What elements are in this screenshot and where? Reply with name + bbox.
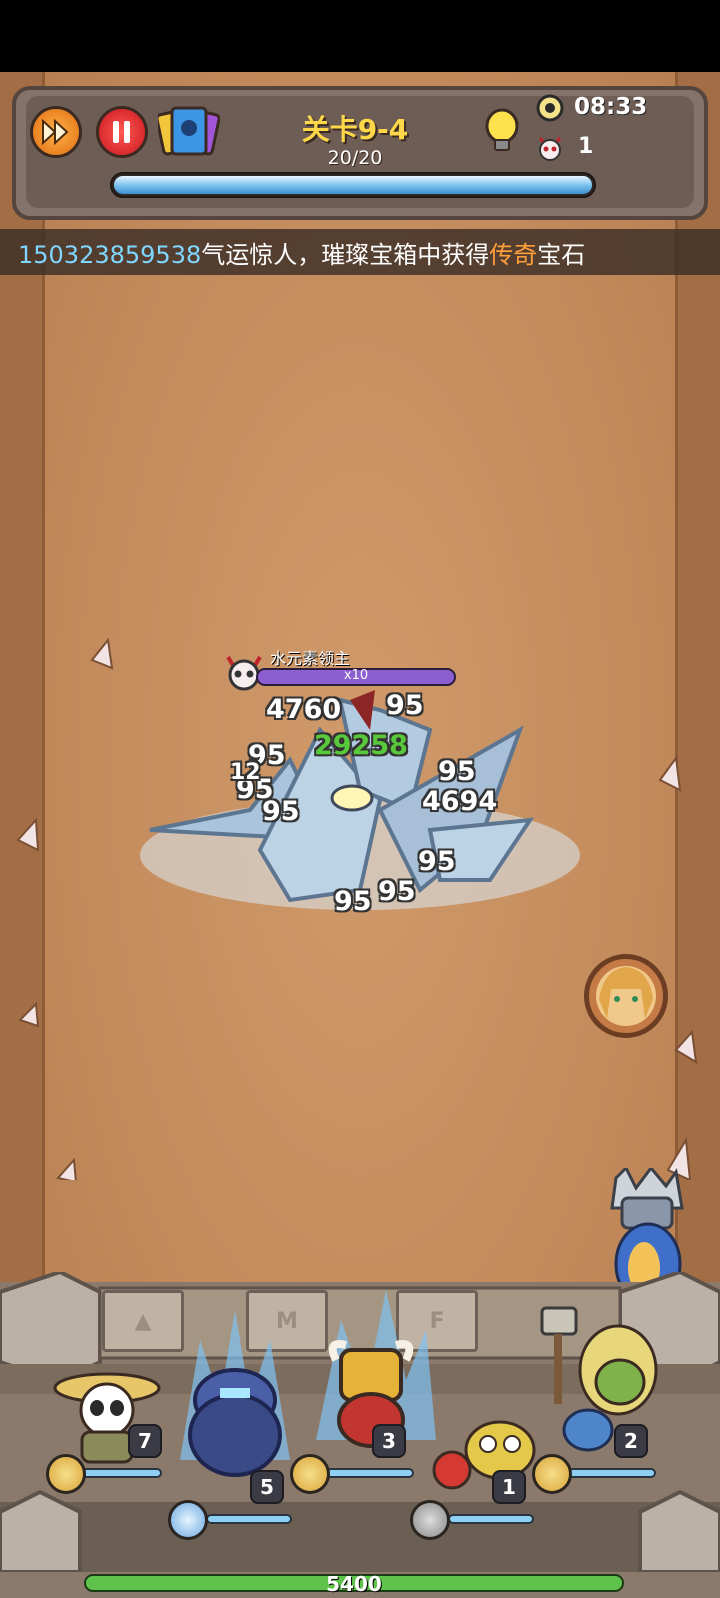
damage-number: 4694 (422, 786, 498, 817)
boss-name: 水元素领主 (269, 649, 350, 668)
lightning-skill-icon[interactable] (532, 1454, 572, 1494)
damage-number: 95 (262, 796, 300, 827)
demon-skull-icon (536, 134, 564, 162)
clock-icon (536, 94, 564, 122)
hero-level-badge: 7 (128, 1424, 162, 1458)
damage-number: 95 (386, 690, 424, 721)
hero-mana-bar (206, 1514, 292, 1524)
base-hp-value: 5400 (326, 1572, 382, 1596)
smoke-skill-icon[interactable] (410, 1500, 450, 1540)
hero-level-badge: 3 (372, 1424, 406, 1458)
hero-level-badge: 5 (250, 1470, 284, 1504)
pause-icon (113, 121, 130, 143)
card-deck-button[interactable] (155, 104, 221, 160)
damage-number: 95 (418, 846, 456, 877)
lightbulb-hint-icon (485, 108, 519, 151)
minotaur-warrior-hero[interactable] (296, 1290, 446, 1470)
wave-progress-fill (114, 176, 592, 194)
hero-portrait-button[interactable] (584, 954, 668, 1038)
ticker-highlight: 传奇 (489, 241, 538, 269)
ticker-uid: 150323859538 (18, 241, 202, 269)
kill-count: 1 (578, 134, 594, 159)
ticker-text-before: 气运惊人，璀璨宝箱中获得 (201, 241, 490, 269)
ticker-message: 150323859538气运惊人，璀璨宝箱中获得传奇宝石 (18, 235, 585, 270)
hero-mana-bar (448, 1514, 534, 1524)
wave-counter: 20/20 (327, 147, 383, 169)
damage-number: 95 (378, 876, 416, 907)
hint-button[interactable] (484, 108, 520, 156)
damage-number: 95 (334, 886, 372, 917)
crit-damage-number: 29258 (314, 730, 408, 761)
ice-knight-hero[interactable] (160, 1300, 310, 1500)
hero-mana-bar (326, 1468, 414, 1478)
stage-title: 关卡9-4 (301, 113, 409, 146)
timer-text: 08:33 (574, 94, 648, 120)
lightning-skill-icon[interactable] (290, 1454, 330, 1494)
status-bar (0, 0, 720, 72)
ticker-text-after: 宝石 (537, 241, 586, 269)
damage-number: 95 (438, 756, 476, 787)
pause-button[interactable] (96, 106, 148, 158)
damage-number: 4760 (266, 694, 342, 725)
fast-forward-icon (42, 119, 69, 145)
boss-hp-multiplier: x10 (343, 668, 369, 683)
hero-level-badge: 1 (492, 1470, 526, 1504)
hero-mana-bar (568, 1468, 656, 1478)
hero-mana-bar (82, 1468, 162, 1478)
game-screen: { "hud": { "stage_title": "关卡9-4", "wave… (0, 0, 720, 1598)
elf-hero-avatar (596, 966, 656, 1026)
card-deck-icon (155, 106, 221, 156)
damage-number: 12 (230, 760, 261, 785)
fast-forward-button[interactable] (30, 106, 82, 158)
lightning-skill-icon[interactable] (46, 1454, 86, 1494)
ice-crystal-skill-icon[interactable] (168, 1500, 208, 1540)
hero-level-badge: 2 (614, 1424, 648, 1458)
